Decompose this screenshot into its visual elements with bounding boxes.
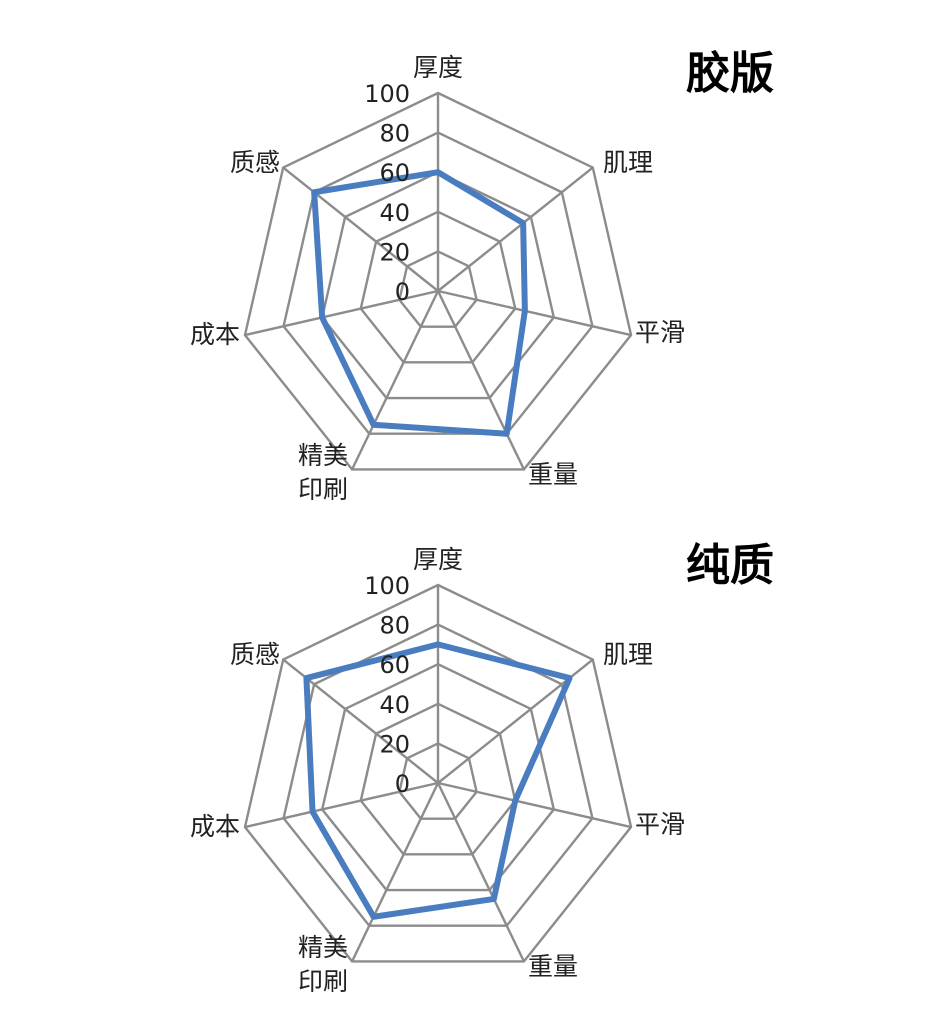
category-label: 肌理: [603, 640, 653, 669]
category-label: 重量: [528, 952, 578, 981]
tick-label: 80: [379, 120, 410, 148]
category-label: 平滑: [635, 318, 685, 347]
category-label: 成本: [190, 812, 240, 841]
tick-label: 80: [379, 612, 410, 640]
category-label: 肌理: [603, 148, 653, 177]
chart-title: 纯质: [686, 540, 774, 591]
category-label: 质感: [230, 148, 280, 177]
tick-label: 20: [379, 730, 410, 758]
category-label: 质感: [230, 640, 280, 669]
tick-label: 100: [364, 572, 410, 600]
tick-label: 20: [379, 238, 410, 266]
radar-chart-pure: 0 20 40 60 80 100 厚度肌理平滑重量 精美印刷 成本 质感 纯质: [0, 492, 934, 992]
category-label: 厚度: [413, 53, 463, 82]
radar-chart-offset: 0 20 40 60 80 100 厚度 肌理 平滑 重量 精美印刷 成本 质感 胶版: [0, 0, 934, 500]
tick-label: 100: [364, 80, 410, 108]
tick-label: 60: [379, 159, 410, 187]
tick-label: 0: [395, 278, 410, 306]
category-label: 成本: [190, 320, 240, 349]
tick-label: 60: [379, 651, 410, 679]
axis-spoke: [351, 290, 440, 470]
category-label: 重量: [528, 460, 578, 489]
tick-label: 40: [379, 199, 410, 227]
axis-spoke: [436, 290, 525, 470]
radar-svg: 0 20 40 60 80 100厚度肌理平滑重量 精美印刷 成本 质感 纯质: [190, 540, 774, 992]
category-label: 厚度: [413, 545, 463, 574]
category-label: 精美印刷: [298, 933, 348, 992]
chart-title: 胶版: [686, 48, 774, 99]
grid-layer: [243, 91, 633, 471]
axis-spoke: [351, 782, 440, 962]
category-label: 平滑: [635, 810, 685, 839]
tick-label: 0: [395, 770, 410, 798]
tick-label: 40: [379, 691, 410, 719]
radar-svg: 020406080100厚度肌理平滑重量精美印刷成本质感 胶版: [190, 48, 774, 500]
